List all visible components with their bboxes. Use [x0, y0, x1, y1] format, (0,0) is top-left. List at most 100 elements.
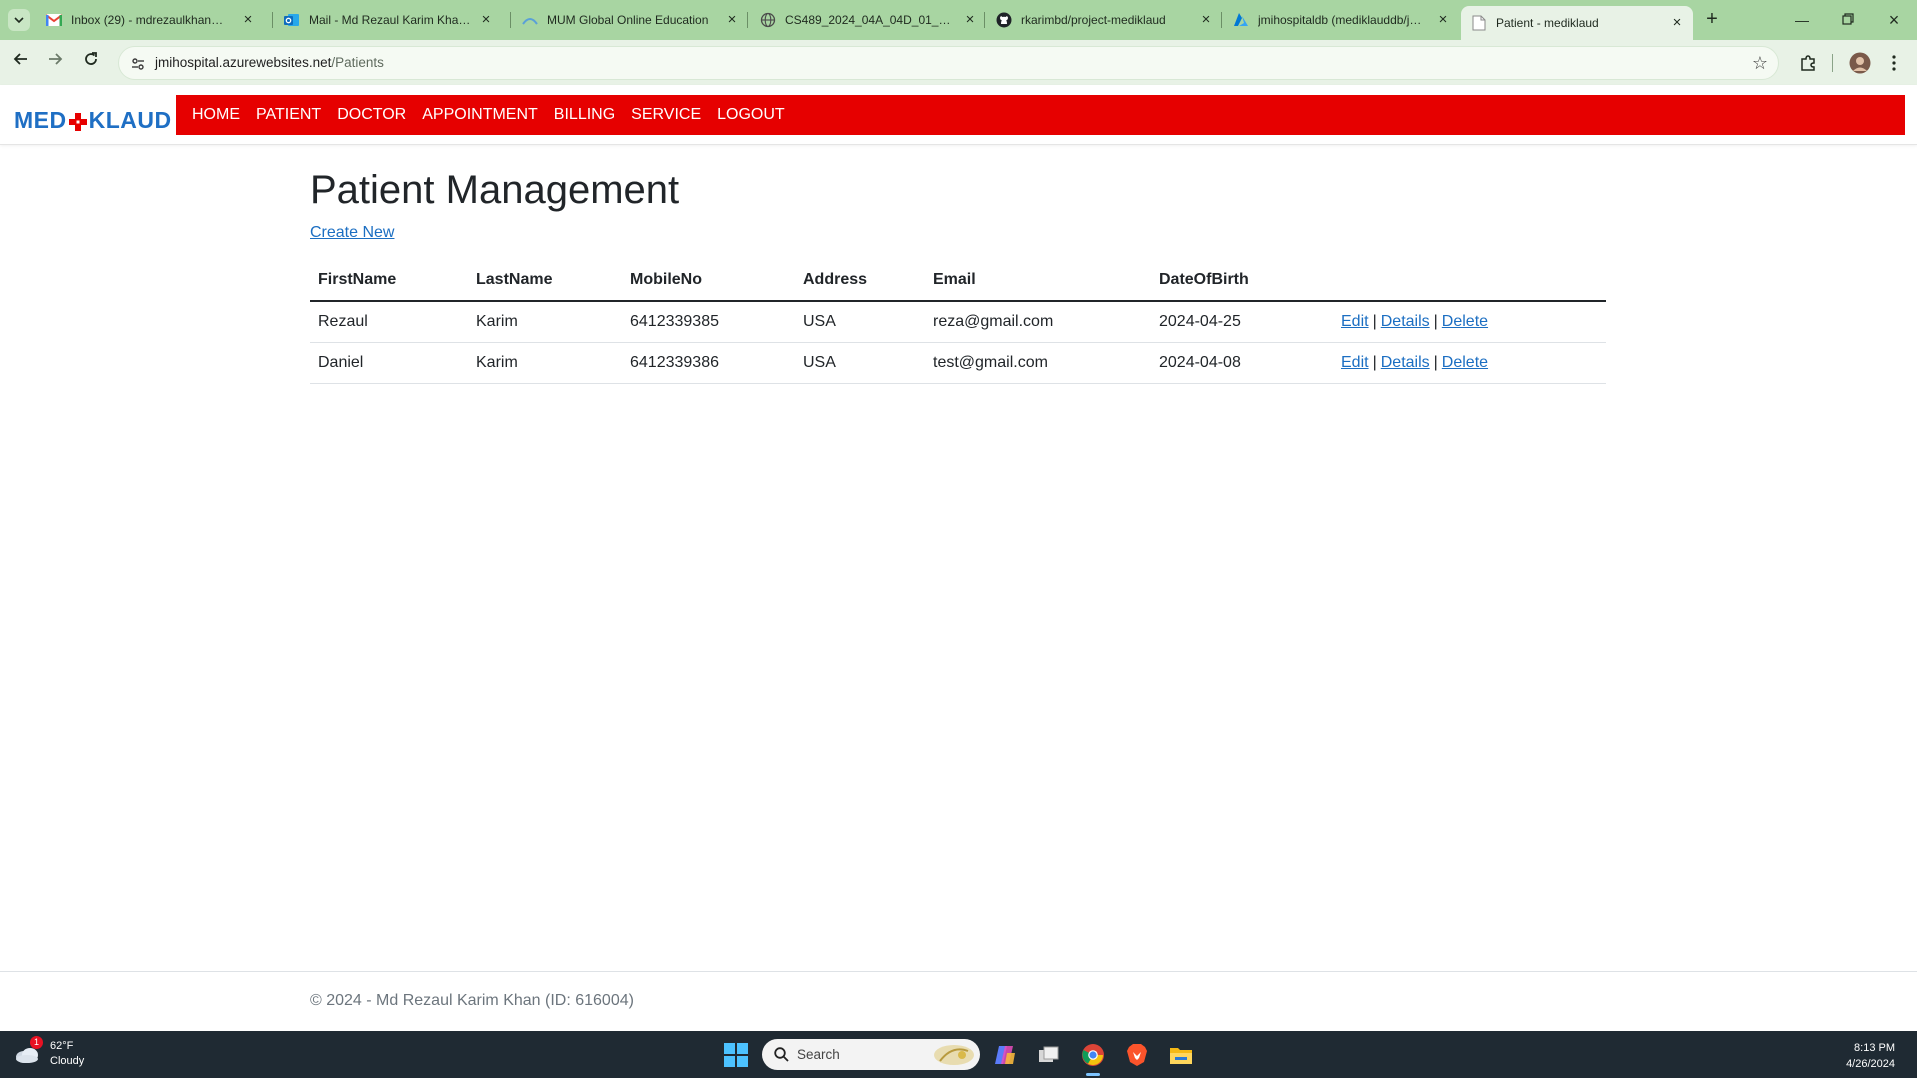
tab-title: Mail - Md Rezaul Karim Khan - Outlook — [309, 13, 472, 27]
clock-time: 8:13 PM — [1854, 1042, 1895, 1054]
browser-tab[interactable]: jmihospitaldb (mediklauddb/jmihospitaldb… — [1223, 4, 1459, 36]
nav-logout[interactable]: Logout — [709, 95, 793, 135]
restore-icon — [1842, 13, 1854, 25]
cell-lastname: Karim — [468, 301, 622, 343]
reload-icon — [85, 52, 97, 65]
browser-tab-active[interactable]: Patient - mediklaud × — [1461, 6, 1693, 40]
tab-separator — [510, 12, 511, 28]
close-icon[interactable]: × — [962, 12, 978, 28]
details-link[interactable]: Details — [1381, 313, 1430, 330]
task-view-icon[interactable] — [1035, 1041, 1063, 1069]
tab-title: Inbox (29) - mdrezaulkhan@gmail.com — [71, 13, 234, 27]
close-window-button[interactable]: × — [1874, 8, 1914, 32]
tab-separator — [747, 12, 748, 28]
clock-date: 4/26/2024 — [1846, 1058, 1895, 1070]
browser-tab[interactable]: CS489_2024_04A_04D_01_2024 × — [750, 4, 986, 36]
patients-table: FirstName LastName MobileNo Address Emai… — [310, 260, 1606, 384]
tab-title: MUM Global Online Education — [547, 13, 709, 27]
edit-link[interactable]: Edit — [1341, 313, 1369, 330]
start-button[interactable] — [724, 1043, 748, 1067]
action-separator: | — [1372, 312, 1377, 330]
search-highlight-icon — [934, 1044, 974, 1065]
nav-appointment[interactable]: Appointment — [414, 95, 546, 135]
avatar-icon — [1849, 52, 1871, 74]
brand-left: MED — [14, 107, 67, 133]
close-icon[interactable]: × — [1669, 15, 1685, 31]
close-icon[interactable]: × — [1198, 12, 1214, 28]
minimize-button[interactable]: — — [1782, 8, 1822, 32]
bookmark-star-icon[interactable]: ☆ — [1752, 53, 1768, 74]
nav-billing[interactable]: Billing — [546, 95, 623, 135]
column-header-firstname: FirstName — [310, 260, 468, 302]
close-icon[interactable]: × — [478, 12, 494, 28]
site-footer: © 2024 - Md Rezaul Karim Khan (ID: 61600… — [0, 971, 1917, 1031]
arrow-right-icon — [49, 53, 63, 65]
close-icon[interactable]: × — [240, 12, 256, 28]
cell-address: USA — [795, 342, 925, 384]
action-separator: | — [1433, 312, 1438, 330]
browser-tab[interactable]: rkarimbd/project-mediklaud × — [986, 4, 1222, 36]
chrome-app-icon[interactable] — [1079, 1041, 1107, 1069]
nav-service[interactable]: Service — [623, 95, 709, 135]
url-path: /Patients — [331, 55, 384, 70]
footer-copyright: © 2024 - Md Rezaul Karim Khan (ID: 61600… — [310, 992, 634, 1009]
profile-avatar[interactable] — [1846, 50, 1874, 76]
cell-firstname: Daniel — [310, 342, 468, 384]
cell-lastname: Karim — [468, 342, 622, 384]
globe-icon — [760, 12, 776, 28]
close-icon[interactable]: × — [724, 12, 740, 28]
cell-address: USA — [795, 301, 925, 343]
arrow-left-icon — [13, 53, 27, 65]
cell-firstname: Rezaul — [310, 301, 468, 343]
table-header-row: FirstName LastName MobileNo Address Emai… — [310, 260, 1606, 302]
search-icon — [774, 1047, 789, 1062]
details-link[interactable]: Details — [1381, 354, 1430, 371]
browser-tab[interactable]: Mail - Md Rezaul Karim Khan - Outlook × — [274, 4, 502, 36]
create-new-link[interactable]: Create New — [310, 224, 394, 242]
main-navbar: Home Patient Doctor Appointment Billing … — [176, 95, 1905, 135]
extensions-button[interactable] — [1795, 50, 1821, 76]
puzzle-icon — [1801, 55, 1815, 71]
tab-separator — [1221, 12, 1222, 28]
cell-dateofbirth: 2024-04-08 — [1151, 342, 1333, 384]
tab-search-button[interactable] — [8, 9, 30, 31]
nav-doctor[interactable]: Doctor — [329, 95, 414, 135]
file-explorer-icon[interactable] — [1167, 1041, 1195, 1069]
nav-home[interactable]: Home — [184, 95, 248, 135]
new-tab-button[interactable]: + — [1700, 8, 1724, 32]
cell-mobileno: 6412339386 — [622, 342, 795, 384]
table-row: Daniel Karim 6412339386 USA test@gmail.c… — [310, 342, 1606, 384]
outlook-icon — [284, 12, 300, 28]
site-settings-icon[interactable] — [129, 55, 147, 73]
windows-logo-icon — [724, 1043, 748, 1067]
back-button[interactable] — [8, 50, 34, 76]
browser-toolbar: jmihospital.azurewebsites.net/Patients ☆ — [0, 40, 1917, 85]
mediklaud-logo[interactable]: MED KLAUD — [14, 107, 172, 134]
delete-link[interactable]: Delete — [1442, 354, 1488, 371]
forward-button[interactable] — [42, 50, 68, 76]
column-header-email: Email — [925, 260, 1151, 302]
delete-link[interactable]: Delete — [1442, 313, 1488, 330]
page-icon — [1471, 15, 1487, 31]
browser-tab[interactable]: MUM Global Online Education × — [512, 4, 748, 36]
search-label: Search — [797, 1047, 840, 1062]
address-bar[interactable]: jmihospital.azurewebsites.net/Patients ☆ — [118, 46, 1779, 80]
weather-widget[interactable]: 1 62°F Cloudy — [14, 1036, 85, 1069]
browser-tab[interactable]: Inbox (29) - mdrezaulkhan@gmail.com × — [36, 4, 264, 36]
browser-menu-button[interactable] — [1882, 50, 1906, 76]
weather-desc: Cloudy — [50, 1055, 85, 1067]
system-clock[interactable]: 8:13 PM 4/26/2024 — [1846, 1040, 1895, 1072]
copilot-app-icon[interactable] — [991, 1041, 1019, 1069]
close-icon[interactable]: × — [1435, 12, 1451, 28]
tab-separator — [984, 12, 985, 28]
restore-button[interactable] — [1828, 8, 1868, 32]
reload-button[interactable] — [78, 50, 104, 76]
kebab-menu-icon — [1892, 55, 1896, 71]
chevron-down-icon — [14, 17, 24, 24]
medical-cross-icon — [68, 111, 88, 131]
edit-link[interactable]: Edit — [1341, 354, 1369, 371]
action-separator: | — [1372, 353, 1377, 371]
taskbar-search[interactable]: Search — [762, 1039, 980, 1070]
nav-patient[interactable]: Patient — [248, 95, 329, 135]
brave-app-icon[interactable] — [1123, 1041, 1151, 1069]
